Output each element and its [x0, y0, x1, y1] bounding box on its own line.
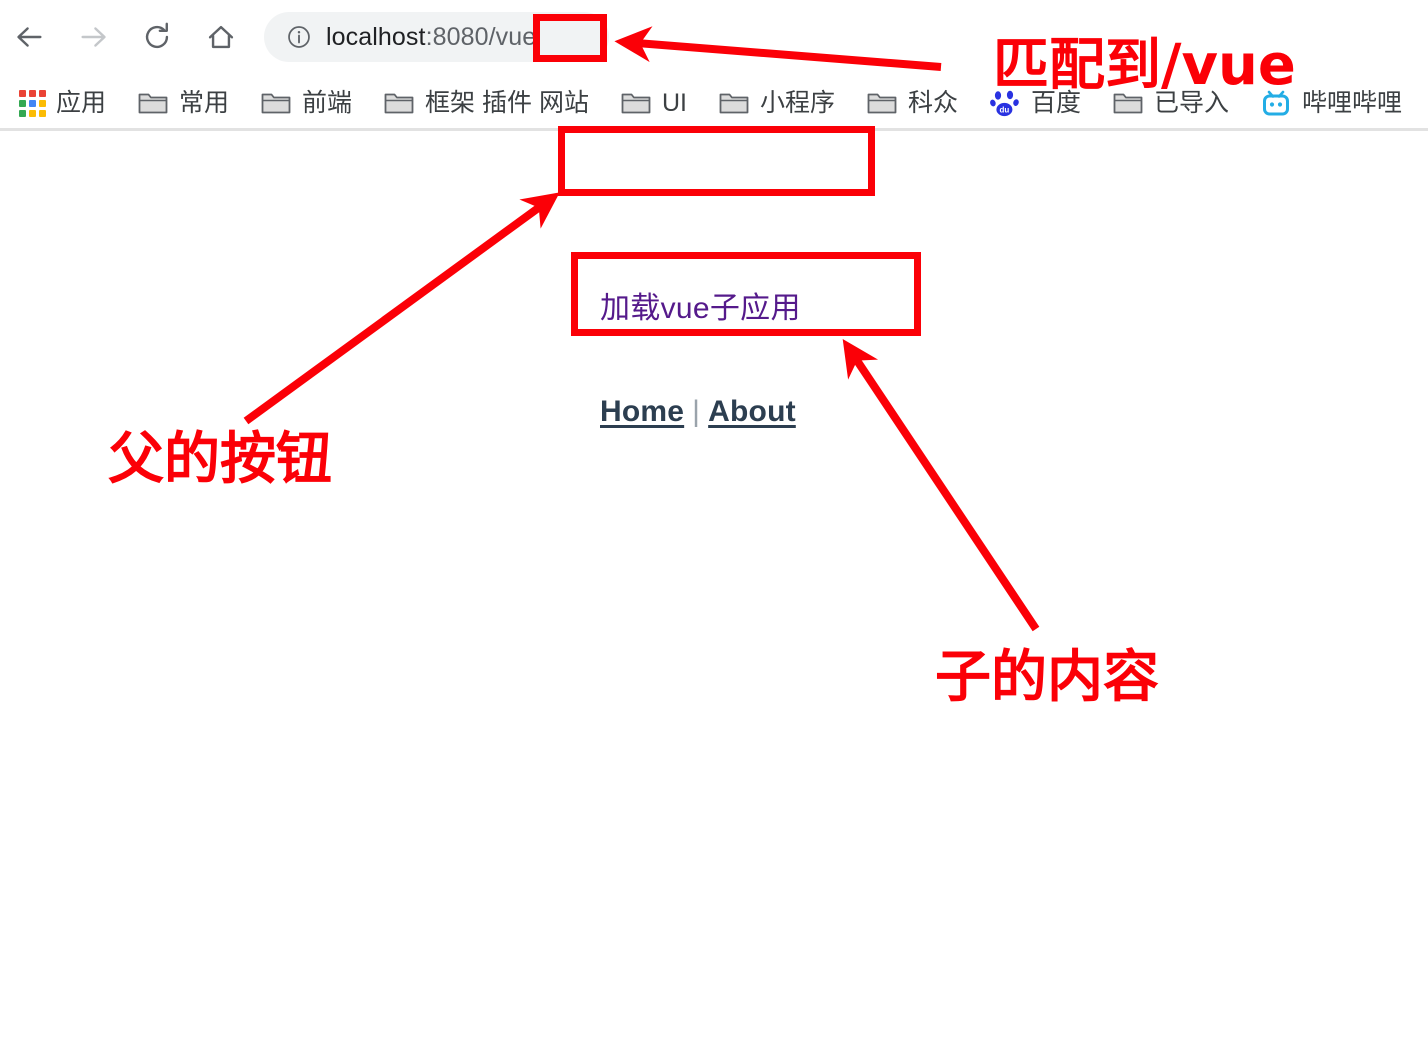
- bookmark-label: 已导入: [1154, 89, 1230, 117]
- bookmark-folder-qianduan[interactable]: 前端: [254, 83, 359, 123]
- bookmark-folder-kuangjia[interactable]: 框架 插件 网站: [377, 83, 596, 123]
- nav-separator: |: [692, 395, 701, 428]
- svg-text:du: du: [999, 106, 1009, 115]
- bookmarks-bar: 应用 常用 前端 框架 插件 网站 UI 小程序 科众 du 百度 已导入 哔哩…: [0, 78, 1428, 128]
- bookmark-label: 小程序: [759, 89, 835, 117]
- folder-icon: [621, 93, 651, 114]
- load-vue-subapp-link[interactable]: 加载vue子应用: [600, 291, 801, 327]
- reload-icon: [145, 22, 169, 49]
- reload-button[interactable]: [132, 12, 182, 62]
- bookmark-label: 百度: [1030, 89, 1081, 117]
- apps-grid-icon: [19, 90, 46, 117]
- url-text[interactable]: localhost:8080/vue: [326, 24, 536, 50]
- bookmark-bilibili[interactable]: 哔哩哔哩: [1254, 83, 1409, 123]
- bookmark-label: 哔哩哔哩: [1302, 89, 1403, 117]
- bookmark-folder-changyong[interactable]: 常用: [131, 83, 236, 123]
- bookmark-label: 科众: [907, 89, 958, 117]
- folder-icon: [719, 93, 749, 114]
- forward-button[interactable]: [69, 12, 119, 62]
- info-circle-icon[interactable]: [286, 24, 312, 50]
- back-button[interactable]: [4, 12, 54, 62]
- bookmark-baidu[interactable]: du 百度: [983, 83, 1088, 123]
- arrow-right-icon: [81, 27, 106, 47]
- bookmark-apps[interactable]: 应用: [12, 83, 113, 123]
- home-button[interactable]: [196, 12, 246, 62]
- bookmark-folder-yidaoru[interactable]: 已导入: [1106, 83, 1236, 123]
- bookmark-label: 常用: [179, 89, 230, 117]
- bilibili-tv-icon: [1263, 90, 1290, 116]
- browser-toolbar: localhost:8080/vue: [0, 0, 1428, 74]
- child-app-nav: Home | About: [600, 393, 796, 431]
- bookmark-folder-kezhong[interactable]: 科众: [860, 83, 965, 123]
- folder-icon: [384, 93, 414, 114]
- url-host: localhost: [326, 23, 426, 51]
- baidu-paw-icon: du: [990, 90, 1019, 117]
- browser-chrome: localhost:8080/vue 应用 常用 前端 框架 插件 网站 UI …: [0, 0, 1428, 131]
- folder-icon: [867, 93, 897, 114]
- folder-icon: [138, 93, 168, 114]
- bookmark-folder-xiaochengxu[interactable]: 小程序: [712, 83, 842, 123]
- url-path: :8080/vue: [425, 23, 537, 51]
- arrow-left-icon: [17, 27, 42, 47]
- page-viewport: 加载vue子应用 Home | About: [0, 131, 1428, 1054]
- home-icon: [208, 25, 234, 49]
- bookmark-folder-ui[interactable]: UI: [614, 83, 694, 123]
- bookmark-label: 应用: [56, 89, 107, 117]
- folder-icon: [261, 93, 291, 114]
- address-bar[interactable]: localhost:8080/vue: [264, 12, 609, 62]
- bookmark-label: 前端: [302, 89, 353, 117]
- folder-icon: [1113, 93, 1143, 114]
- bookmark-label: UI: [661, 89, 687, 117]
- bookmark-label: 框架 插件 网站: [425, 89, 589, 117]
- nav-link-about[interactable]: About: [708, 395, 796, 428]
- nav-link-home[interactable]: Home: [600, 395, 684, 428]
